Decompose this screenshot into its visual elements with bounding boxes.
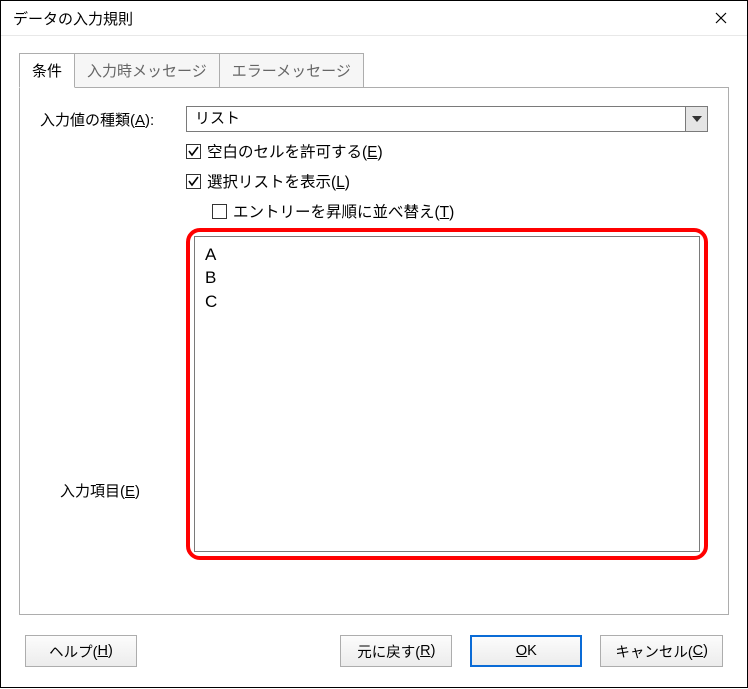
- sort-asc-key: T: [440, 204, 449, 221]
- chevron-down-icon: [692, 116, 702, 122]
- help-key: H: [98, 643, 108, 659]
- ok-key: O: [516, 643, 527, 659]
- reset-post: ): [431, 643, 436, 659]
- allow-blank-label: 空白のセルを許可する(E): [207, 140, 383, 162]
- ok-button[interactable]: OK: [470, 635, 582, 667]
- allow-blank-row[interactable]: 空白のセルを許可する(E): [186, 140, 708, 162]
- help-pre: ヘルプ(: [49, 641, 97, 662]
- window-title: データの入力規則: [13, 8, 133, 29]
- reset-key: R: [420, 643, 430, 659]
- cancel-pre: キャンセル(: [615, 641, 692, 662]
- allow-blank-pre: 空白のセルを許可する(: [207, 144, 367, 161]
- titlebar: データの入力規則: [1, 1, 747, 36]
- allow-dropdown-button[interactable]: [686, 106, 708, 132]
- entries-row: [40, 228, 708, 560]
- cancel-button[interactable]: キャンセル(C): [600, 635, 723, 667]
- allow-blank-checkbox[interactable]: [186, 144, 201, 159]
- allow-label: 入力値の種類(A):: [40, 109, 186, 130]
- close-button[interactable]: [697, 1, 745, 35]
- entries-label: 入力項目(E): [60, 480, 140, 501]
- help-post: ): [108, 643, 113, 659]
- allow-dropdown-value[interactable]: リスト: [186, 106, 686, 132]
- entries-highlight: [186, 228, 708, 560]
- show-list-post: ): [345, 174, 350, 191]
- sort-asc-row[interactable]: エントリーを昇順に並べ替え(T): [212, 200, 708, 222]
- dialog-content: 条件 入力時メッセージ エラーメッセージ 入力値の種類(A): リスト: [1, 36, 747, 625]
- tab-error-alert[interactable]: エラーメッセージ: [219, 53, 364, 88]
- reset-button[interactable]: 元に戻す(R): [340, 635, 452, 667]
- show-list-pre: 選択リストを表示(: [207, 174, 336, 191]
- button-bar: ヘルプ(H) 元に戻す(R) OK キャンセル(C): [1, 625, 747, 689]
- check-icon: [188, 146, 199, 157]
- reset-pre: 元に戻す(: [357, 641, 420, 662]
- entries-textarea[interactable]: [194, 236, 700, 552]
- check-icon: [188, 176, 199, 187]
- sort-asc-label: エントリーを昇順に並べ替え(T): [233, 200, 454, 222]
- allow-row: 入力値の種類(A): リスト: [40, 106, 708, 132]
- help-button[interactable]: ヘルプ(H): [25, 635, 137, 667]
- tab-criteria[interactable]: 条件: [19, 53, 75, 88]
- allow-field: リスト: [186, 106, 708, 132]
- entries-label-pre: 入力項目(: [60, 483, 125, 500]
- tab-input-help[interactable]: 入力時メッセージ: [74, 53, 220, 88]
- show-list-label: 選択リストを表示(L): [207, 170, 350, 192]
- close-icon: [715, 12, 727, 24]
- sort-asc-post: ): [449, 204, 454, 221]
- show-list-checkbox[interactable]: [186, 174, 201, 189]
- allow-dropdown[interactable]: リスト: [186, 106, 708, 132]
- show-list-row[interactable]: 選択リストを表示(L): [186, 170, 708, 192]
- allow-label-key: A: [135, 112, 145, 129]
- tab-strip: 条件 入力時メッセージ エラーメッセージ: [19, 53, 729, 88]
- cancel-key: C: [693, 643, 703, 659]
- show-list-key: L: [336, 174, 345, 191]
- allow-label-pre: 入力値の種類(: [40, 112, 135, 129]
- cancel-post: ): [703, 643, 708, 659]
- allow-label-post: ):: [145, 112, 154, 129]
- sort-asc-checkbox[interactable]: [212, 204, 227, 219]
- sort-asc-pre: エントリーを昇順に並べ替え(: [233, 204, 440, 221]
- tab-panel-criteria: 入力値の種類(A): リスト 空白のセルを許可する(E): [19, 87, 729, 615]
- entries-label-key: E: [125, 483, 135, 500]
- ok-post: K: [527, 643, 537, 659]
- allow-blank-post: ): [378, 144, 383, 161]
- entries-label-post: ): [135, 483, 140, 500]
- allow-blank-key: E: [367, 144, 377, 161]
- validity-dialog: データの入力規則 条件 入力時メッセージ エラーメッセージ 入力値の種類(A):…: [0, 0, 748, 688]
